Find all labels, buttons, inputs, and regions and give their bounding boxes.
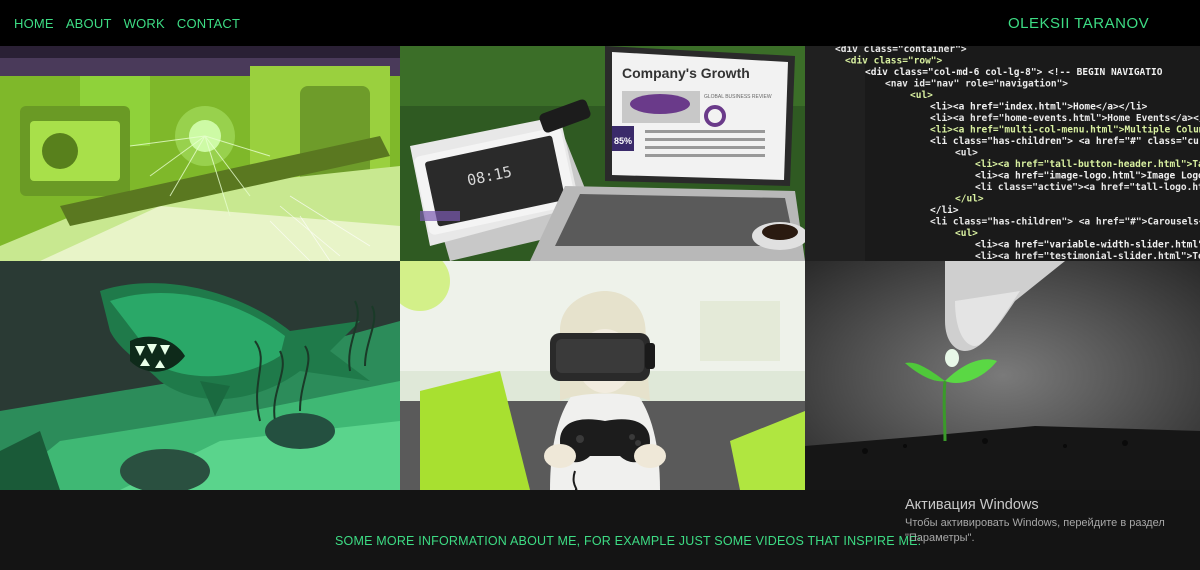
nav-home-link[interactable]: HOME xyxy=(14,16,54,31)
gallery-image-sprout[interactable] xyxy=(805,261,1200,490)
code-line: <li><a href="index.html">Home</a></li> xyxy=(930,102,1148,113)
code-line: <li class="has-children"> <a href="#" cl… xyxy=(930,136,1200,147)
code-line: <ul> xyxy=(910,90,933,101)
code-line: </ul> xyxy=(955,194,984,205)
brand-name[interactable]: OLEKSII TARANOV xyxy=(1008,15,1149,32)
main-nav: HOME ABOUT WORK CONTACT xyxy=(14,16,252,31)
code-line: <li class="has-children"> <a href="#">Ca… xyxy=(930,217,1200,228)
gallery-image-laptop[interactable]: 08:15 Company's Growth GLOBAL BUSINESS R… xyxy=(400,46,805,261)
gallery-image-code[interactable]: <div class="container"> <div class="row">… xyxy=(805,46,1200,261)
image-gallery: 08:15 Company's Growth GLOBAL BUSINESS R… xyxy=(0,46,1200,490)
code-line: <nav id="nav" role="navigation"> xyxy=(885,79,1068,90)
code-line: <li><a href="home-events.html">Home Even… xyxy=(930,113,1200,124)
laptop-screen-percent: 85% xyxy=(614,136,632,146)
code-line: <li><a href="image-logo.html">Image Logo… xyxy=(975,171,1200,182)
code-line: <div class="container"> xyxy=(835,46,967,55)
code-line: <li><a href="testimonial-slider.html">Te… xyxy=(975,251,1200,261)
gallery-image-vr-gamer[interactable] xyxy=(400,261,805,490)
code-line: <li><a href="tall-button-header.html">Ta… xyxy=(975,159,1200,170)
code-line: <li><a href="variable-width-slider.html"… xyxy=(975,240,1200,251)
code-line: <ul> xyxy=(955,148,978,159)
windows-activation-body: Чтобы активировать Windows, перейдите в … xyxy=(905,517,1165,544)
laptop-screen-title: Company's Growth xyxy=(622,65,750,81)
code-line: <li><a href="multi-col-menu.html">Multip… xyxy=(930,125,1200,136)
info-text: SOME MORE INFORMATION ABOUT ME, FOR EXAM… xyxy=(335,534,922,548)
code-line: <div class="col-md-6 col-lg-8"> <!-- BEG… xyxy=(865,67,1163,78)
windows-activation-title: Активация Windows xyxy=(905,497,1039,513)
gallery-image-shark[interactable] xyxy=(0,261,400,490)
gallery-image-industrial[interactable] xyxy=(0,46,400,261)
nav-work-link[interactable]: WORK xyxy=(124,16,165,31)
top-navigation-bar: HOME ABOUT WORK CONTACT OLEKSII TARANOV xyxy=(0,0,1200,46)
code-line: <div class="row"> xyxy=(845,56,943,67)
code-line: <li class="active"><a href="tall-logo.ht… xyxy=(975,182,1200,193)
code-line: <ul> xyxy=(955,228,978,239)
windows-activation-watermark: Активация Windows Чтобы активировать Win… xyxy=(905,497,1190,546)
laptop-screen-subtitle: GLOBAL BUSINESS REVIEW xyxy=(704,94,772,100)
nav-about-link[interactable]: ABOUT xyxy=(66,16,112,31)
nav-contact-link[interactable]: CONTACT xyxy=(177,16,240,31)
code-line: </li> xyxy=(930,205,959,216)
